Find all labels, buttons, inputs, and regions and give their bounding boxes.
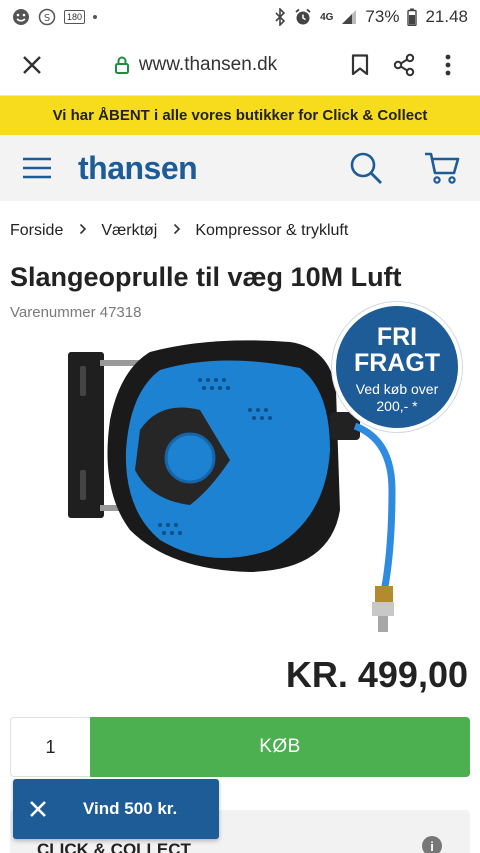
clock-time: 21.48 [425, 7, 468, 26]
menu-button[interactable] [22, 146, 52, 190]
close-icon [30, 801, 46, 817]
toast-label: Vind 500 kr. [83, 799, 178, 818]
status-bar-left: S 180 [12, 8, 98, 26]
close-tab-button[interactable] [10, 43, 54, 87]
win-prize-toast[interactable]: Vind 500 kr. [13, 779, 219, 839]
bookmark-button[interactable] [338, 43, 382, 87]
badge-line-fri: FRI [376, 322, 418, 351]
badge-line-condition: Ved køb over [355, 380, 439, 397]
share-button[interactable] [382, 43, 426, 87]
search-icon [350, 152, 382, 184]
badge-line-fragt: FRAGT [353, 348, 441, 377]
more-notifications-dot-icon [93, 15, 98, 19]
hose-coupling [378, 616, 388, 632]
promo-text: Vi har ÅBENT i alle vores butikker for C… [52, 107, 428, 124]
share-icon [393, 53, 415, 76]
smiley-notification-icon [12, 8, 30, 26]
browser-toolbar: www.thansen.dk [0, 34, 480, 96]
info-icon[interactable]: i [422, 836, 442, 853]
bookmark-icon [351, 53, 369, 75]
network-type-label: 4G [320, 11, 334, 23]
svg-text:S: S [44, 13, 50, 24]
bluetooth-icon [274, 8, 286, 26]
battery-percent: 73% [365, 7, 400, 26]
cart-button[interactable] [420, 146, 464, 190]
app-s-notification-icon: S [38, 8, 56, 26]
breadcrumb-item-kompressor[interactable]: Kompressor & trykluft [195, 222, 348, 240]
close-icon [23, 55, 41, 74]
free-shipping-badge: FRI FRAGT Ved køb over 200,- * [332, 302, 462, 432]
lock-icon [114, 56, 129, 74]
chevron-right-icon [79, 222, 87, 240]
shopping-cart-icon [425, 152, 460, 184]
status-bar: S 180 4G 73% 21.48 [0, 0, 480, 34]
url-text: www.thansen.dk [138, 53, 278, 75]
breadcrumb-item-forside[interactable]: Forside [10, 222, 63, 240]
more-vertical-icon [445, 54, 451, 75]
chevron-right-icon [173, 222, 181, 240]
product-price: KR. 499,00 [285, 654, 468, 695]
site-header: thansen [0, 135, 480, 201]
quantity-input[interactable]: 1 [10, 717, 90, 777]
search-button[interactable] [344, 146, 388, 190]
reel-center-cap [164, 432, 216, 484]
product-title: Slangeoprulle til væg 10M Luft [10, 262, 402, 292]
address-bar[interactable]: www.thansen.dk [54, 54, 338, 76]
toast-close-button[interactable] [15, 800, 61, 818]
thansen-logo[interactable]: thansen [78, 150, 344, 187]
hamburger-menu-icon [23, 157, 51, 179]
promo-banner[interactable]: Vi har ÅBENT i alle vores butikker for C… [0, 96, 480, 135]
breadcrumb: Forside Værktøj Kompressor & trykluft [0, 222, 480, 240]
browser-menu-button[interactable] [426, 43, 470, 87]
badge-line-amount: 200,- * [376, 397, 418, 414]
alarm-icon [294, 8, 312, 26]
buy-row: 1 KØB [10, 717, 470, 777]
status-bar-right: 4G 73% 21.48 [274, 7, 468, 27]
click-collect-label: CLICK & COLLECT [37, 840, 191, 853]
battery-icon [407, 8, 418, 26]
signal-strength-icon [341, 9, 357, 25]
air-hose [353, 422, 396, 593]
breadcrumb-item-vaerktoej[interactable]: Værktøj [101, 222, 157, 240]
buy-button[interactable]: KØB [90, 717, 470, 777]
notification-badge-icon: 180 [64, 10, 86, 24]
